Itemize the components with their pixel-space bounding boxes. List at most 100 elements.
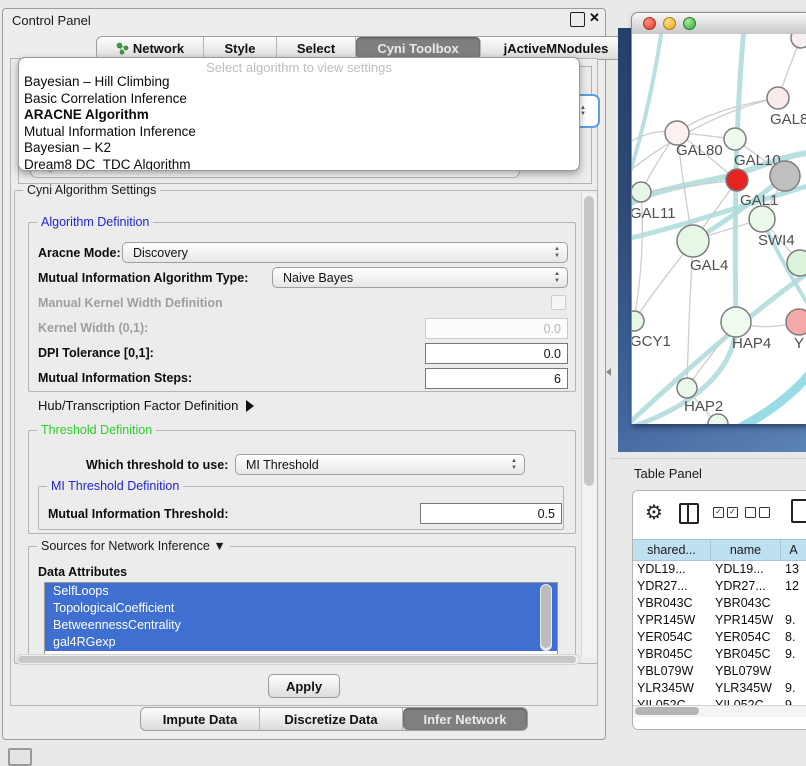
columns-icon[interactable] xyxy=(679,503,699,524)
tab-infer-network[interactable]: Infer Network xyxy=(403,708,527,730)
table-row[interactable]: YDL19...YDL19...13 xyxy=(633,561,806,578)
kernel-width-label: Kernel Width (0,1): xyxy=(38,321,148,335)
network-node[interactable] xyxy=(787,250,806,276)
settings-vertical-scrollbar[interactable] xyxy=(581,193,597,657)
table-row[interactable]: YBR043CYBR043C xyxy=(633,595,806,612)
node-label: GCY1 xyxy=(632,333,671,350)
table-row[interactable]: YLR345WYLR345W9. xyxy=(633,680,806,697)
table-row[interactable]: YPR145WYPR145W9. xyxy=(633,612,806,629)
threshold-definition-title: Threshold Definition xyxy=(37,423,156,437)
tab-style[interactable]: Style xyxy=(204,37,277,59)
gear-icon[interactable]: ⚙ xyxy=(645,500,663,525)
table-horizontal-scrollbar[interactable] xyxy=(633,705,806,717)
node-label: HAP2 xyxy=(684,398,723,415)
clear-checkboxes-icon[interactable] xyxy=(745,507,770,518)
network-node[interactable] xyxy=(677,225,709,257)
network-node[interactable] xyxy=(770,161,800,191)
manual-kernel-label: Manual Kernel Width Definition xyxy=(38,296,223,310)
network-node[interactable] xyxy=(724,128,746,150)
popup-item[interactable]: Mutual Information Inference xyxy=(19,124,579,141)
column-header[interactable]: A xyxy=(781,539,806,561)
table-row[interactable]: YIL052CYIL052C9 xyxy=(633,697,806,705)
popup-item[interactable]: Dream8 DC_TDC Algorithm xyxy=(19,157,579,172)
splitter-arrow-icon[interactable] xyxy=(606,368,611,376)
which-threshold-combo[interactable]: MI Threshold ▲▼ xyxy=(235,454,525,475)
close-traffic-light[interactable] xyxy=(643,17,656,30)
table-panel-title: Table Panel xyxy=(634,466,702,481)
tab-network[interactable]: Network xyxy=(97,37,204,59)
attribute-item[interactable]: gal4RGexp xyxy=(45,634,557,651)
minimize-traffic-light[interactable] xyxy=(663,17,676,30)
network-node[interactable] xyxy=(632,182,651,202)
network-window-titlebar[interactable] xyxy=(632,13,806,35)
data-attributes-label: Data Attributes xyxy=(38,565,127,579)
select-all-checkboxes-icon[interactable]: ✓✓ xyxy=(713,507,738,518)
which-threshold-label: Which threshold to use: xyxy=(86,458,228,472)
network-canvas[interactable]: GAL8GAL80GAL10GAL1GAL11SWI4GAL4GCY1HAP4Y… xyxy=(632,34,806,424)
attribute-item[interactable]: SelfLoops xyxy=(45,583,557,600)
aracne-mode-value: Discovery xyxy=(133,246,188,260)
combo-spinner-icon: ▲▼ xyxy=(554,271,560,284)
popup-item[interactable]: Bayesian – K2 xyxy=(19,140,579,157)
network-node[interactable] xyxy=(791,34,806,48)
tab-cyni-toolbox[interactable]: Cyni Toolbox xyxy=(356,37,481,59)
network-node[interactable] xyxy=(677,378,697,398)
attribute-item[interactable]: TopologicalCoefficient xyxy=(45,600,557,617)
kernel-width-field: 0.0 xyxy=(425,318,568,339)
table-panel-card: ⚙ ✓✓ shared...nameA YDL19...YDL19...13YD… xyxy=(632,490,806,730)
network-node[interactable] xyxy=(721,307,751,337)
aracne-mode-combo[interactable]: Discovery ▲▼ xyxy=(122,242,568,263)
mi-steps-field[interactable]: 6 xyxy=(425,368,568,389)
attribute-item[interactable]: BetweennessCentrality xyxy=(45,617,557,634)
table-row[interactable]: YBR045CYBR045C9. xyxy=(633,646,806,663)
tab-discretize-data[interactable]: Discretize Data xyxy=(260,708,403,730)
float-window-icon[interactable] xyxy=(570,12,585,27)
table-toolbar: ⚙ ✓✓ xyxy=(633,491,806,537)
apply-button[interactable]: Apply xyxy=(268,674,340,698)
manual-kernel-checkbox[interactable] xyxy=(551,295,566,310)
data-attributes-list[interactable]: SelfLoopsTopologicalCoefficientBetweenne… xyxy=(44,582,558,655)
network-node[interactable] xyxy=(726,169,748,191)
minimized-panel-icon[interactable] xyxy=(8,748,32,766)
tab-jactivemnodules[interactable]: jActiveMNodules xyxy=(481,37,631,59)
spinner-down-icon: ▼ xyxy=(580,111,586,117)
expand-arrow-icon xyxy=(246,400,254,412)
table-header-row: shared...nameA xyxy=(633,539,806,561)
mi-type-label: Mutual Information Algorithm Type: xyxy=(38,271,248,285)
screen: Control Panel ✕ NetworkStyleSelectCyni T… xyxy=(0,0,806,762)
dpi-tolerance-label: DPI Tolerance [0,1]: xyxy=(38,346,154,360)
table-row[interactable]: YBL079WYBL079W xyxy=(633,663,806,680)
column-header[interactable]: shared... xyxy=(633,539,711,561)
network-node[interactable] xyxy=(749,206,775,232)
mi-type-combo[interactable]: Naive Bayes ▲▼ xyxy=(272,267,568,288)
network-node[interactable] xyxy=(632,311,644,331)
mi-threshold-field[interactable]: 0.5 xyxy=(420,503,562,524)
network-node[interactable] xyxy=(708,414,728,424)
algorithm-dropdown-popup: Select algorithm to view settings Bayesi… xyxy=(18,57,580,171)
settings-horizontal-scrollbar[interactable] xyxy=(16,654,580,665)
column-header[interactable]: name xyxy=(711,539,781,561)
combo-spinner-icon: ▲▼ xyxy=(511,458,517,471)
tab-select[interactable]: Select xyxy=(277,37,356,59)
table-row[interactable]: YER054CYER054C8. xyxy=(633,629,806,646)
table-row[interactable]: YDR27...YDR27...12 xyxy=(633,578,806,595)
which-threshold-value: MI Threshold xyxy=(246,458,319,472)
sources-title[interactable]: Sources for Network Inference ▼ xyxy=(37,539,230,553)
network-edge[interactable] xyxy=(677,98,778,133)
node-label: SWI4 xyxy=(758,232,795,249)
network-node[interactable] xyxy=(767,87,789,109)
dpi-tolerance-field[interactable]: 0.0 xyxy=(425,343,568,364)
close-icon[interactable]: ✕ xyxy=(589,10,600,26)
mi-threshold-label: Mutual Information Threshold: xyxy=(48,507,229,521)
node-label: GAL80 xyxy=(676,142,723,159)
popup-item[interactable]: Bayesian – Hill Climbing xyxy=(19,74,579,91)
document-icon[interactable] xyxy=(791,499,806,523)
popup-item[interactable]: ARACNE Algorithm xyxy=(19,107,579,124)
popup-item[interactable]: Basic Correlation Inference xyxy=(19,91,579,108)
hub-definition-toggle[interactable]: Hub/Transcription Factor Definition xyxy=(38,398,254,413)
network-node[interactable] xyxy=(786,309,806,335)
tab-impute-data[interactable]: Impute Data xyxy=(141,708,260,730)
attributes-scrollbar[interactable] xyxy=(540,584,552,651)
network-edge[interactable] xyxy=(732,369,806,424)
zoom-traffic-light[interactable] xyxy=(683,17,696,30)
